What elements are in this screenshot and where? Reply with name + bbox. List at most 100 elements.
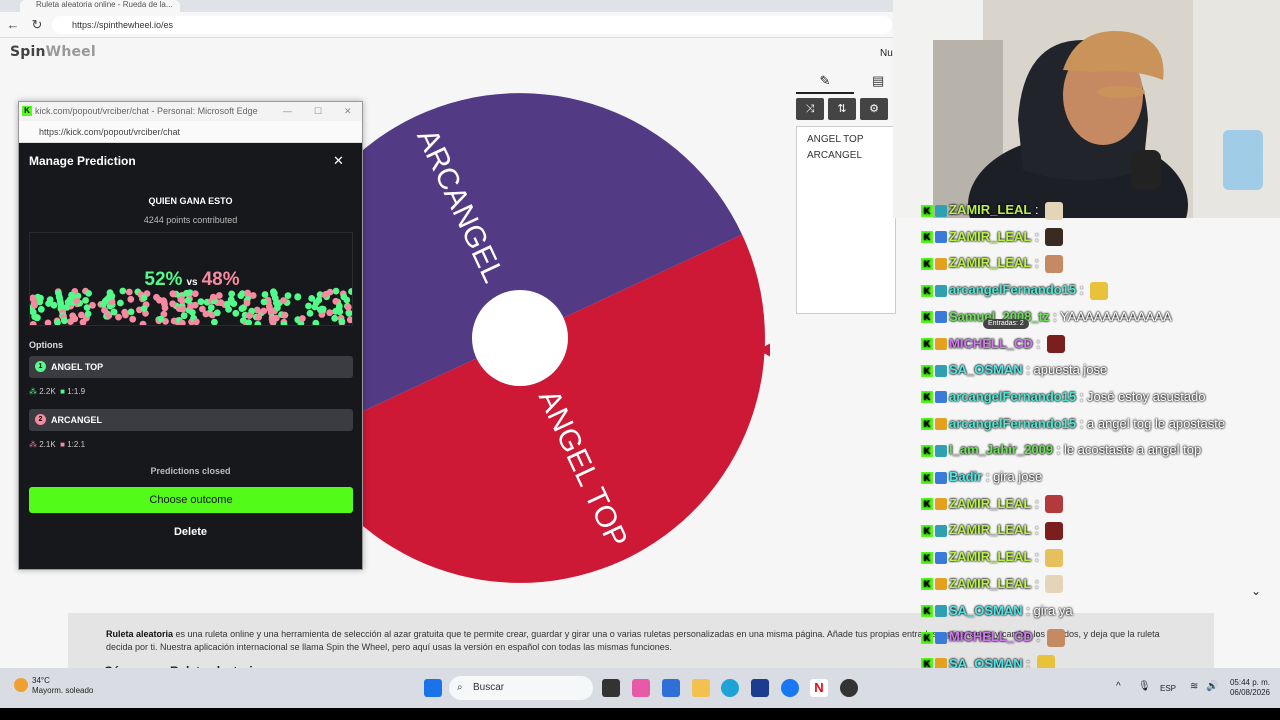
store-icon[interactable] xyxy=(751,679,769,697)
prediction-dot xyxy=(169,300,177,308)
chat-message: KarcangelFernando15 : José estoy asustad… xyxy=(921,387,1206,407)
header-link[interactable]: Nu xyxy=(880,48,893,59)
chat-username[interactable]: ZAMIR_LEAL xyxy=(949,229,1031,244)
chat-username[interactable]: ZAMIR_LEAL xyxy=(949,522,1031,537)
chat-username[interactable]: MICHELL_CD xyxy=(949,629,1033,644)
edge-icon[interactable] xyxy=(721,679,739,697)
user-badge-icon xyxy=(935,338,947,351)
chat-username[interactable]: arcangelFernando15 xyxy=(949,389,1076,404)
close-icon[interactable]: ✕ xyxy=(333,153,344,169)
prediction-graph: 52% vs 48% xyxy=(29,232,353,326)
prediction-dot xyxy=(338,318,346,325)
minimize-icon[interactable]: — xyxy=(283,102,292,121)
chat-emote-icon xyxy=(1045,575,1064,594)
sort-icon[interactable]: ⇅ xyxy=(828,98,856,120)
user-badge-icon xyxy=(935,418,947,431)
netflix-icon[interactable]: N xyxy=(810,679,828,697)
window-close-icon[interactable]: ✕ xyxy=(344,102,352,121)
chat-emote-icon xyxy=(1046,335,1065,354)
chat-message: K I_am_Jahir_2009 : le acostaste a angel … xyxy=(921,440,1201,460)
chat-separator: : xyxy=(1031,575,1043,591)
chevron-down-icon[interactable]: ⌄ xyxy=(1251,584,1261,598)
microphone-icon[interactable]: 🎙 xyxy=(1138,681,1151,692)
taskbar-clock[interactable]: 05:44 p. m. 06/08/2026 xyxy=(1222,678,1270,698)
choose-outcome-button[interactable]: Choose outcome xyxy=(29,487,353,513)
prediction-dot xyxy=(305,302,312,310)
edit-tab-icon[interactable]: ✎ xyxy=(796,70,854,94)
browser-tab[interactable]: Ruleta aleatoria online - Rueda de la... xyxy=(20,0,180,12)
kick-badge-icon: K xyxy=(921,605,933,618)
chat-username[interactable]: MICHELL_CD xyxy=(949,336,1033,351)
user-badge-icon xyxy=(935,444,947,457)
chat-username[interactable]: ZAMIR_LEAL xyxy=(949,255,1031,270)
prediction-dot xyxy=(192,318,200,325)
stream-chat-overlay: K ZAMIR_LEAL : K ZAMIR_LEAL : K ZAMIR_LEAL … xyxy=(893,198,1280,676)
shuffle-icon[interactable]: ⤨ xyxy=(796,98,824,120)
prediction-dot xyxy=(340,293,348,301)
chevron-up-icon[interactable]: ^ xyxy=(1116,681,1121,692)
chat-message: KarcangelFernando15 : xyxy=(921,280,1108,300)
chat-text: apuesta jose xyxy=(1033,362,1108,378)
option-row-1[interactable]: 1 ANGEL TOP xyxy=(29,356,353,378)
prediction-dot xyxy=(238,305,246,312)
chat-username[interactable]: SA_OSMAN xyxy=(949,603,1023,618)
chat-separator: : xyxy=(1032,335,1044,351)
reload-icon[interactable]: ↻ xyxy=(28,16,46,34)
volume-icon[interactable]: 🔊 xyxy=(1206,681,1218,692)
sun-icon xyxy=(14,678,28,692)
prediction-dot xyxy=(299,315,306,322)
chat-username[interactable]: ZAMIR_LEAL xyxy=(949,496,1031,511)
chat-message: K ZAMIR_LEAL : xyxy=(921,494,1064,514)
chat-separator: : xyxy=(1031,255,1043,271)
obs-icon[interactable] xyxy=(840,679,858,697)
options-label: Options xyxy=(29,340,63,350)
weather-widget[interactable]: 34°C Mayorm. soleado xyxy=(14,676,93,696)
search-placeholder: Buscar xyxy=(473,682,505,693)
wheel-panel-tabs: ✎ ▤ xyxy=(796,70,896,94)
maximize-icon[interactable]: ☐ xyxy=(314,102,322,121)
address-bar[interactable]: https://spinthewheel.io/es xyxy=(52,16,892,34)
chat-username[interactable]: SA_OSMAN xyxy=(949,362,1023,377)
popup-address-bar[interactable]: https://kick.com/popout/vrciber/chat xyxy=(19,121,362,143)
chat-message: K SA_OSMAN : gira ya xyxy=(921,601,1073,621)
chat-username[interactable]: ZAMIR_LEAL xyxy=(949,202,1031,217)
chat-separator: : xyxy=(1031,495,1043,511)
task-view-icon[interactable] xyxy=(602,679,620,697)
copilot-icon[interactable] xyxy=(632,679,650,697)
chat-username[interactable]: I_am_Jahir_2009 xyxy=(949,442,1053,457)
wheel-hub[interactable] xyxy=(472,290,568,386)
chat-emote-icon xyxy=(1045,521,1064,540)
chat-username[interactable]: Badir xyxy=(949,469,982,484)
site-logo[interactable]: SpinWheel xyxy=(10,44,96,60)
wifi-icon[interactable]: ≋ xyxy=(1190,681,1198,692)
back-icon[interactable]: ← xyxy=(4,16,22,34)
chat-username[interactable]: ZAMIR_LEAL xyxy=(949,576,1031,591)
prediction-dot xyxy=(346,316,352,324)
manage-prediction-title: Manage Prediction xyxy=(29,154,136,168)
settings-gear-icon[interactable]: ⚙ xyxy=(860,98,888,120)
language-indicator[interactable]: ESP xyxy=(1160,684,1176,693)
delete-button[interactable]: Delete xyxy=(19,526,362,538)
file-explorer-icon[interactable] xyxy=(692,679,710,697)
user-badge-icon xyxy=(935,524,947,537)
prediction-dot xyxy=(33,314,41,322)
chat-username[interactable]: ZAMIR_LEAL xyxy=(949,549,1031,564)
option-row-2[interactable]: 2 ARCANGEL xyxy=(29,409,353,431)
chat-emote-icon xyxy=(1045,495,1064,514)
prediction-dot xyxy=(156,296,163,304)
facebook-icon[interactable] xyxy=(781,679,799,697)
chat-text: gira jose xyxy=(993,469,1043,484)
chat-username[interactable]: arcangelFernando15 xyxy=(949,282,1076,297)
prediction-popup-window: K kick.com/popout/vrciber/chat - Persona… xyxy=(18,101,363,570)
taskbar-search-box[interactable]: ⌕ Buscar xyxy=(449,676,593,700)
entries-textarea[interactable]: ANGEL TOP ARCANGEL xyxy=(796,126,896,314)
chat-username[interactable]: arcangelFernando15 xyxy=(949,416,1076,431)
results-tab-icon[interactable]: ▤ xyxy=(872,70,892,94)
popup-window-title: kick.com/popout/vrciber/chat - Personal:… xyxy=(35,106,258,116)
prediction-dot xyxy=(117,299,124,307)
outlook-icon[interactable] xyxy=(662,679,680,697)
start-windows-icon[interactable] xyxy=(424,679,442,697)
prediction-dot xyxy=(101,306,108,314)
prediction-dot xyxy=(272,314,280,322)
chat-message: K ZAMIR_LEAL : xyxy=(921,200,1064,220)
